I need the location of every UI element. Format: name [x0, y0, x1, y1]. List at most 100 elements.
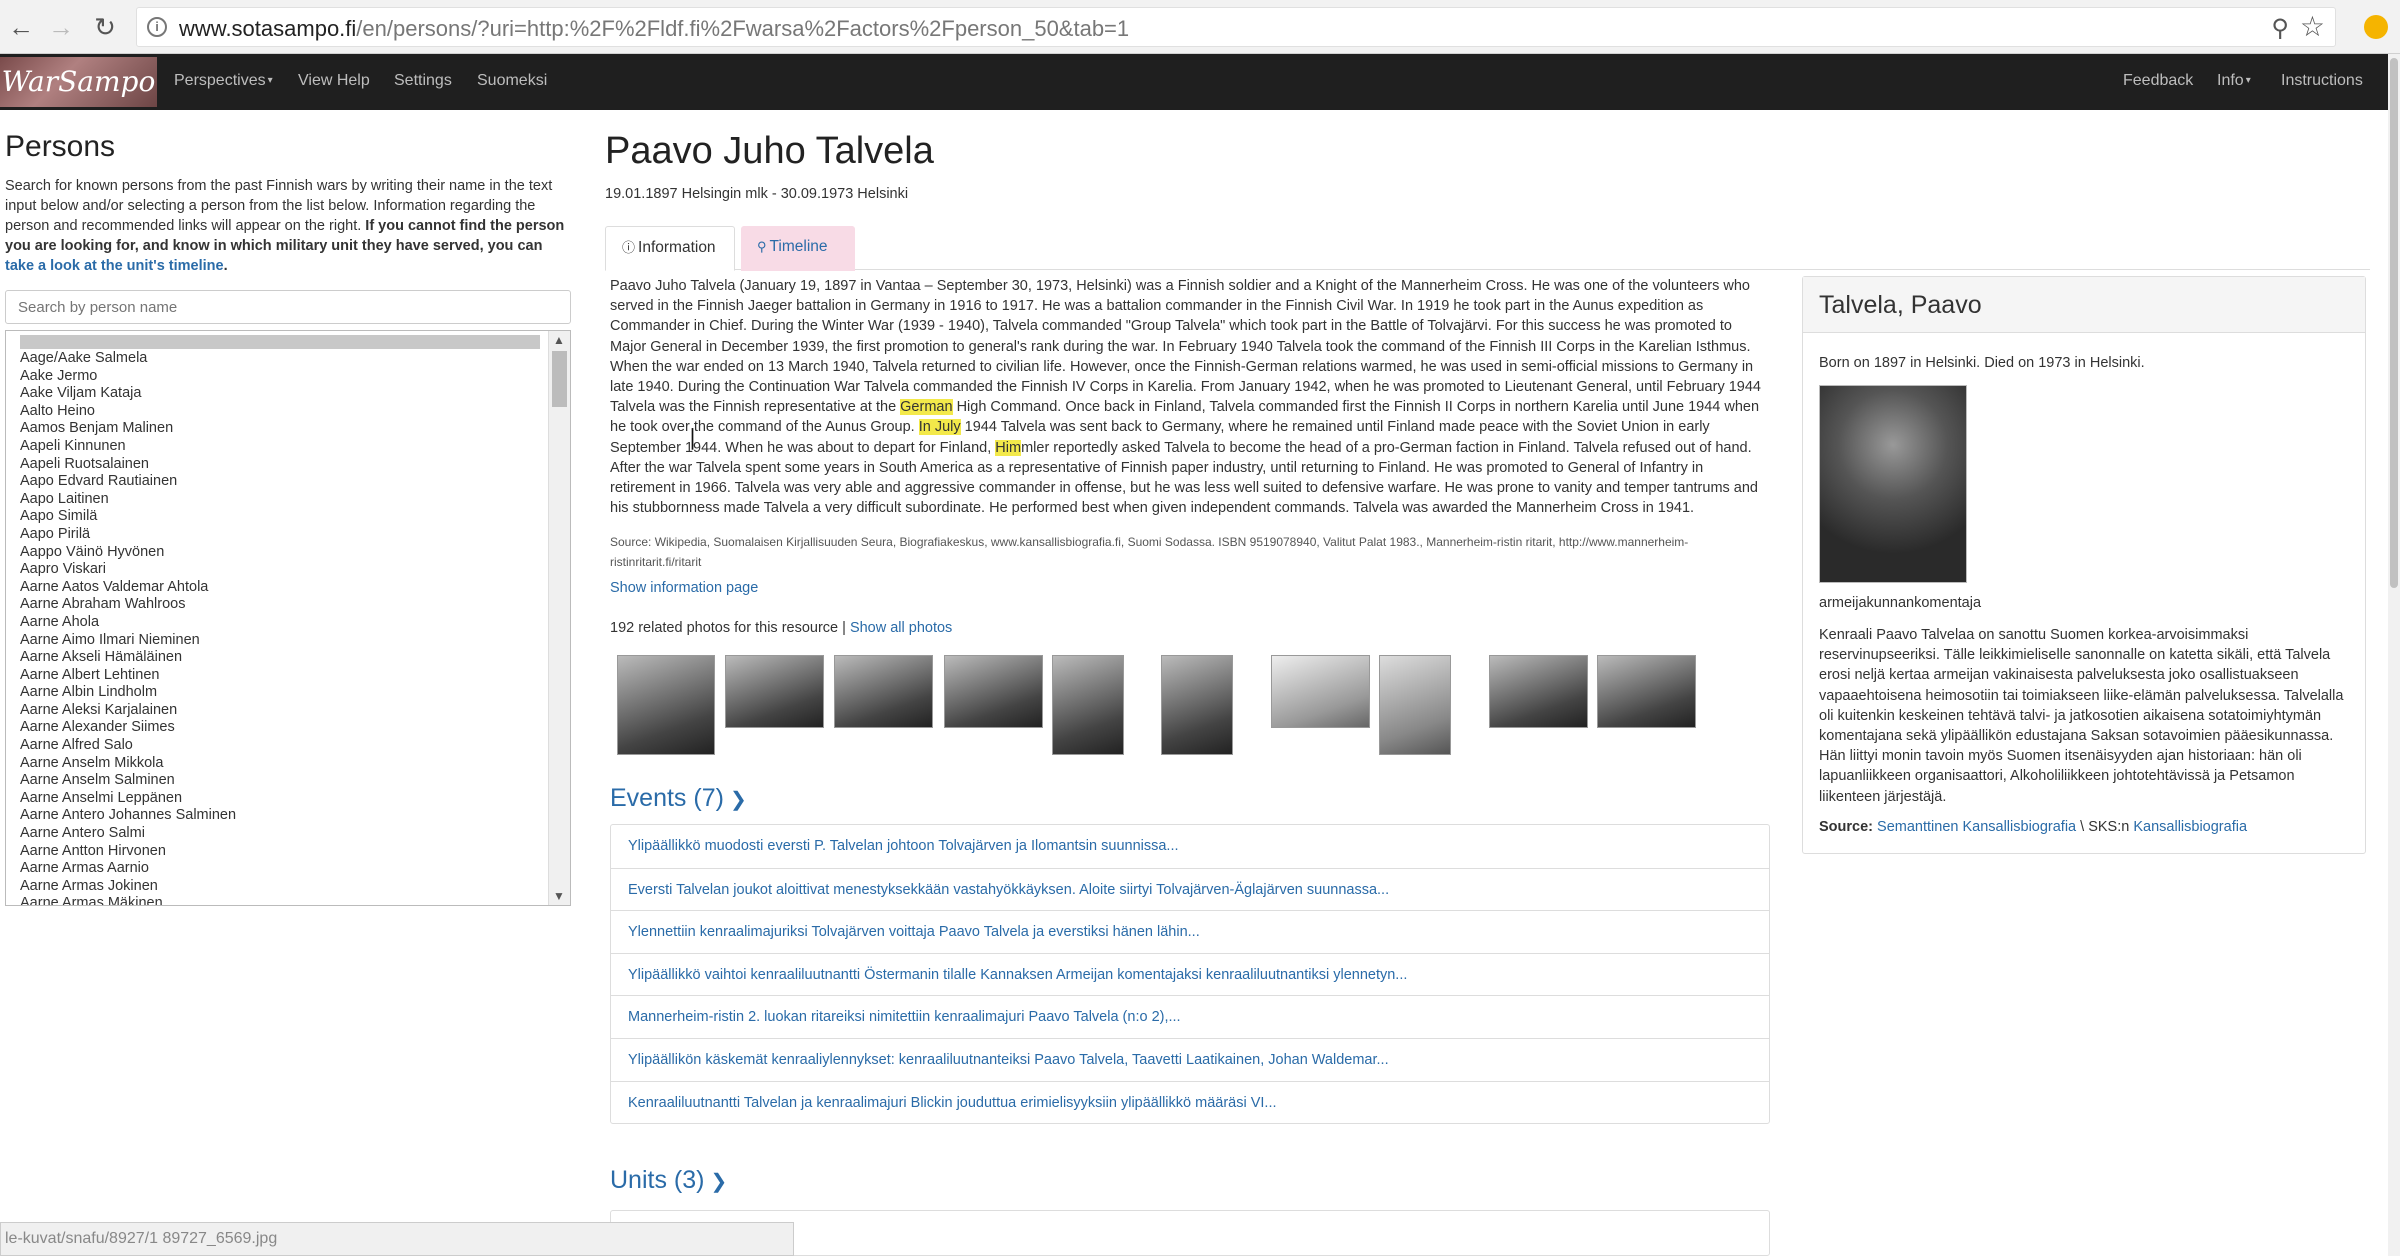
person-list-item[interactable]: Aarne Alfred Salo — [20, 737, 540, 755]
person-list-item[interactable]: Aake Viljam Kataja — [20, 385, 540, 403]
event-link[interactable]: Eversti Talvelan joukot aloittivat menes… — [611, 867, 1769, 911]
photo-thumbnail[interactable] — [1597, 655, 1696, 728]
photo-thumbnail[interactable] — [1052, 655, 1124, 755]
photo-thumbnail[interactable] — [1271, 655, 1370, 728]
kansallisbiografia-link[interactable]: Kansallisbiografia — [2133, 819, 2247, 835]
person-list-item[interactable]: Aapeli Ruotsalainen — [20, 456, 540, 474]
person-list-item[interactable]: Aarne Anselmi Leppänen — [20, 790, 540, 808]
nav-settings[interactable]: Settings — [394, 72, 452, 90]
person-list-item[interactable]: Aarne Abraham Wahlroos — [20, 596, 540, 614]
person-list-item[interactable]: Aarne Antero Johannes Salminen — [20, 807, 540, 825]
chevron-down-icon: ❯ — [710, 1171, 728, 1193]
card-title: Talvela, Paavo — [1803, 277, 2365, 333]
show-all-photos-link[interactable]: Show all photos — [850, 620, 952, 636]
nav-perspectives-label: Perspectives — [174, 72, 266, 89]
person-list-item[interactable]: Aarne Ahola — [20, 614, 540, 632]
nav-feedback[interactable]: Feedback — [2123, 72, 2193, 90]
tab-information[interactable]: ⓘ Information — [605, 226, 735, 271]
photo-thumbnail[interactable] — [1379, 655, 1451, 755]
url-text[interactable]: www.sotasampo.fi/en/persons/?uri=http:%2… — [179, 16, 1129, 42]
events-list: Ylipäällikkö muodosti eversti P. Talvela… — [610, 824, 1770, 1125]
person-list-item[interactable]: Aappo Väinö Hyvönen — [20, 544, 540, 562]
person-list-item[interactable]: Aarne Albin Lindholm — [20, 684, 540, 702]
warsampo-logo[interactable]: WarSampo — [0, 57, 157, 107]
card-source: Source: Semanttinen Kansallisbiografia \… — [1819, 819, 2247, 835]
person-list-item[interactable]: Aarne Aatos Valdemar Ahtola — [20, 579, 540, 597]
person-list-item[interactable]: Aalto Heino — [20, 403, 540, 421]
person-list-item[interactable]: Aapo Similä — [20, 508, 540, 526]
bio-highlight-3: Him — [995, 439, 1022, 456]
units-heading[interactable]: Units (3) ❯ — [610, 1166, 727, 1195]
address-bar[interactable]: i www.sotasampo.fi/en/persons/?uri=http:… — [136, 7, 2336, 47]
photo-thumbnail[interactable] — [1489, 655, 1588, 728]
event-link[interactable]: Ylipäällikkö muodosti eversti P. Talvela… — [611, 825, 1769, 868]
events-heading[interactable]: Events (7) ❯ — [610, 784, 747, 813]
event-link[interactable]: Mannerheim-ristin 2. luokan ritareiksi n… — [611, 995, 1769, 1038]
events-title: Events (7) — [610, 784, 724, 812]
nav-suomeksi[interactable]: Suomeksi — [477, 72, 547, 90]
person-list-item[interactable]: Aage/Aake Salmela — [20, 350, 540, 368]
nav-view-help[interactable]: View Help — [298, 72, 370, 90]
person-list-item[interactable]: Aapo Laitinen — [20, 491, 540, 509]
nav-info[interactable]: Info ▾ — [2217, 72, 2251, 90]
person-list-item[interactable]: Aarne Armas Jokinen — [20, 878, 540, 896]
bookmark-star-icon[interactable]: ☆ — [2300, 10, 2325, 43]
scroll-down-icon[interactable]: ▼ — [553, 889, 565, 903]
extension-icon[interactable] — [2364, 15, 2388, 39]
photo-thumbnail[interactable] — [725, 655, 824, 728]
person-list-item[interactable]: Aarne Antton Hirvonen — [20, 843, 540, 861]
listbox-scrollbar-thumb[interactable] — [552, 351, 567, 407]
bio-part-1: Paavo Juho Talvela (January 19, 1897 in … — [610, 278, 1761, 416]
event-link[interactable]: Ylipäällikön käskemät kenraaliylennykset… — [611, 1037, 1769, 1081]
forward-icon[interactable]: → — [44, 10, 78, 44]
page-scrollbar[interactable] — [2388, 54, 2400, 1256]
person-list-item[interactable]: Aamos Benjam Malinen — [20, 420, 540, 438]
person-list-item[interactable]: Aarne Anselm Mikkola — [20, 755, 540, 773]
person-list-item[interactable]: Aapo Pirilä — [20, 526, 540, 544]
person-list-item[interactable]: Aapeli Kinnunen — [20, 438, 540, 456]
nav-instructions[interactable]: Instructions — [2281, 72, 2363, 90]
person-listbox[interactable]: Aage/Aake Salmela Aake Jermo Aake Viljam K… — [5, 330, 571, 906]
site-info-icon[interactable]: i — [147, 17, 167, 37]
person-list-item[interactable]: Aapro Viskari — [20, 561, 540, 579]
card-source-label: Source: — [1819, 819, 1873, 835]
person-list-item[interactable]: Aapo Edvard Rautiainen — [20, 473, 540, 491]
person-list-item[interactable]: Aarne Albert Lehtinen — [20, 667, 540, 685]
site-navbar: WarSampo Perspectives ▾ View Help Setting… — [0, 54, 2388, 110]
scroll-up-icon[interactable]: ▲ — [553, 333, 565, 347]
photo-thumbnail[interactable] — [1161, 655, 1233, 755]
tab-information-label: Information — [638, 239, 716, 256]
person-dates: 19.01.1897 Helsingin mlk - 30.09.1973 He… — [605, 186, 909, 202]
person-list-item[interactable]: Aarne Akseli Hämäläinen — [20, 649, 540, 667]
person-list-item[interactable]: Aarne Anselm Salminen — [20, 772, 540, 790]
tab-timeline[interactable]: ⚲ Timeline — [741, 226, 855, 271]
photo-thumbnail[interactable] — [617, 655, 715, 755]
page-scrollbar-thumb[interactable] — [2390, 58, 2398, 588]
zoom-icon[interactable]: ⚲ — [2271, 14, 2289, 43]
photo-thumbnail[interactable] — [944, 655, 1043, 728]
person-search-input[interactable] — [5, 290, 571, 324]
event-link[interactable]: Ylennettiin kenraalimajuriksi Tolvajärve… — [611, 910, 1769, 953]
person-list-item[interactable]: Aarne Antero Salmi — [20, 825, 540, 843]
list-item-selected[interactable] — [20, 335, 540, 349]
listbox-scrollbar[interactable]: ▲ ▼ — [548, 331, 570, 905]
map-marker-icon: ⚲ — [757, 239, 767, 254]
person-list-item[interactable]: Aarne Alexander Siimes — [20, 719, 540, 737]
person-list-item[interactable]: Aake Jermo — [20, 368, 540, 386]
url-path: /en/persons/?uri=http:%2F%2Fldf.fi%2Fwar… — [356, 16, 1130, 41]
persons-intro: Search for known persons from the past F… — [5, 176, 570, 276]
semanttinen-kansallisbiografia-link[interactable]: Semanttinen Kansallisbiografia — [1877, 819, 2076, 835]
person-list-item[interactable]: Aarne Armas Aarnio — [20, 860, 540, 878]
event-link[interactable]: Ylipäällikkö vaihtoi kenraaliluutnantti … — [611, 952, 1769, 996]
reload-icon[interactable]: ↻ — [88, 10, 122, 44]
event-link[interactable]: Kenraaliluutnantti Talvelan ja kenraalim… — [611, 1080, 1769, 1124]
show-information-page-link[interactable]: Show information page — [610, 580, 758, 596]
person-list-item[interactable]: Aarne Aimo Ilmari Nieminen — [20, 632, 540, 650]
photo-thumbnail[interactable] — [834, 655, 933, 728]
person-tabs: ⓘ Information ⚲ Timeline — [605, 226, 2370, 271]
person-list-item[interactable]: Aarne Armas Mäkinen — [20, 895, 540, 905]
person-list-item[interactable]: Aarne Aleksi Karjalainen — [20, 702, 540, 720]
back-icon[interactable]: ← — [4, 10, 38, 44]
unit-timeline-link[interactable]: take a look at the unit's timeline — [5, 258, 224, 274]
nav-perspectives[interactable]: Perspectives ▾ — [174, 72, 273, 90]
